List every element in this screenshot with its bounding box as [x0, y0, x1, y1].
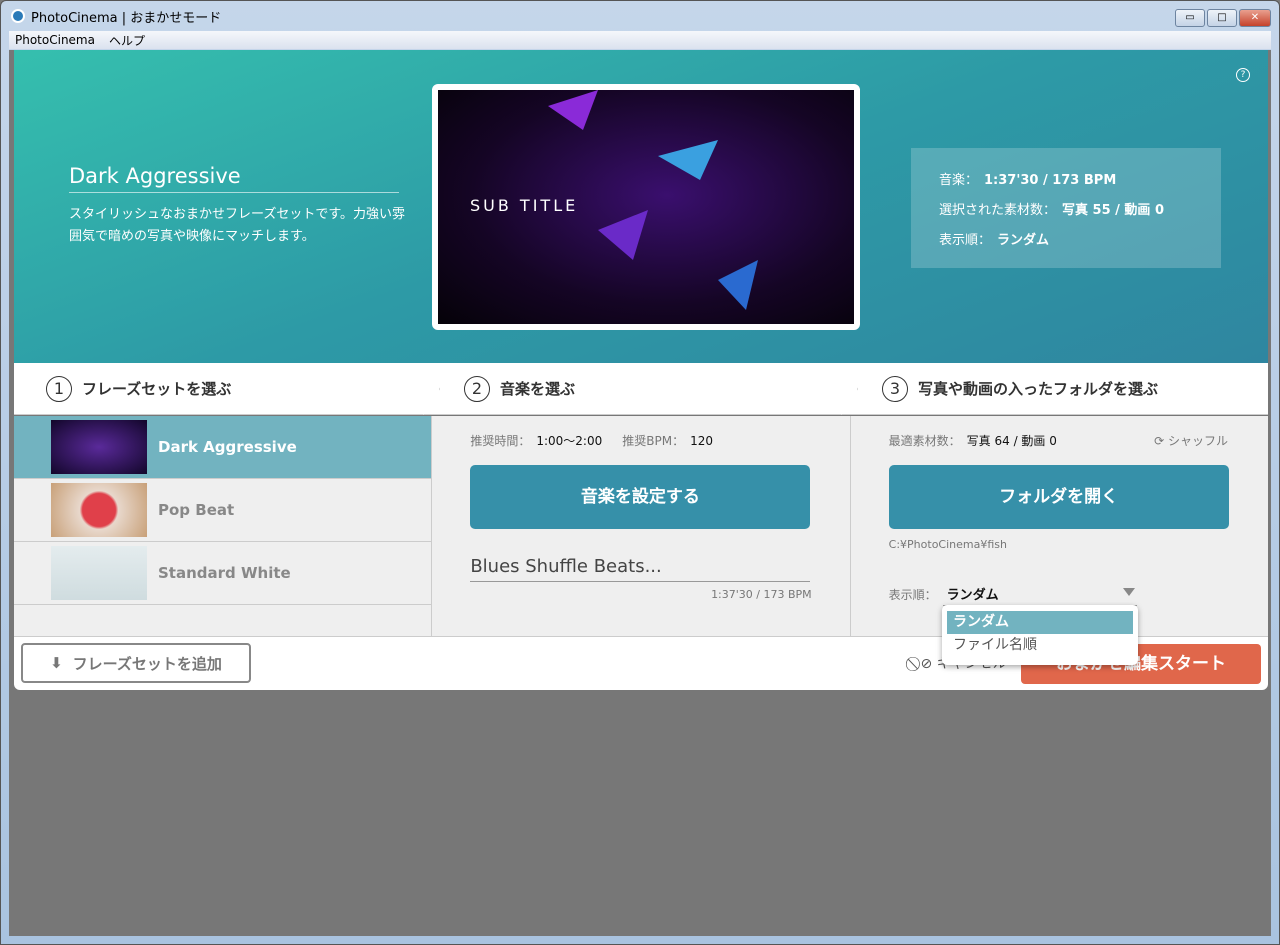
phraseset-thumbnail — [51, 420, 147, 474]
summary-box: 音楽： 1:37'30 / 173 BPM 選択された素材数： 写真 55 / 動画… — [911, 148, 1221, 268]
selected-count-value: 写真 55 / 動画 0 — [1062, 203, 1165, 218]
title-bar: PhotoCinema | おまかせモード — [1, 1, 1279, 31]
rec-time-label: 推奨時間： — [470, 434, 531, 448]
maximize-button[interactable]: □ — [1207, 9, 1237, 27]
order-dropdown: ランダム ファイル名順 — [942, 605, 1138, 665]
download-icon: ⬇ — [50, 654, 63, 672]
step-label: フレーズセットを選ぶ — [82, 380, 232, 398]
order-label: 表示順： — [939, 233, 992, 248]
menu-help[interactable]: ヘルプ — [109, 32, 145, 49]
app-window: PhotoCinema | おまかせモード ▭ □ ✕ PhotoCinema … — [0, 0, 1280, 945]
phraseset-name: Standard White — [158, 564, 291, 582]
app-icon — [11, 9, 25, 23]
menu-photocinema[interactable]: PhotoCinema — [15, 33, 95, 47]
window-title: PhotoCinema | おまかせモード — [31, 10, 222, 26]
step-label: 音楽を選ぶ — [500, 380, 576, 398]
step-1: 1 フレーズセットを選ぶ — [14, 363, 432, 414]
step-number: 1 — [46, 375, 72, 402]
rec-bpm-label: 推奨BPM： — [622, 434, 685, 448]
phraseset-item[interactable]: Pop Beat — [14, 479, 432, 542]
close-button[interactable]: ✕ — [1239, 9, 1271, 27]
minimize-button[interactable]: ▭ — [1175, 9, 1205, 27]
set-music-button[interactable]: 音楽を設定する — [470, 465, 811, 529]
open-folder-button[interactable]: フォルダを開く — [888, 465, 1229, 529]
step-label: 写真や動画の入ったフォルダを選ぶ — [918, 380, 1159, 398]
order-select[interactable]: ランダム — [942, 582, 1137, 606]
phraseset-item[interactable]: Dark Aggressive — [14, 416, 432, 479]
step-number: 3 — [882, 375, 908, 402]
phraseset-thumbnail — [51, 483, 147, 537]
steps-header: 1 フレーズセットを選ぶ 2 音楽を選ぶ 3 写真や動画の入ったフォルダを選ぶ — [14, 363, 1268, 415]
order-option-random[interactable]: ランダム — [947, 611, 1133, 634]
step-number: 2 — [464, 375, 490, 402]
music-value: 1:37'30 / 173 BPM — [984, 173, 1117, 188]
omakase-panel: ? Dark Aggressive スタイリッシュなおまかせフレーズセットです。… — [14, 50, 1268, 690]
preview-video[interactable]: SUB TITLE — [432, 84, 860, 330]
optimal-count-label: 最適素材数： — [888, 434, 961, 448]
phraseset-description: スタイリッシュなおまかせフレーズセットです。力強い雰囲気で暗めの写真や映像にマッ… — [69, 207, 406, 244]
phraseset-list: Dark Aggressive Pop Beat Standard White — [14, 416, 433, 636]
folder-column: 最適素材数： 写真 64 / 動画 0 ⟳ シャッフル フォルダを開く C:¥Ph… — [851, 416, 1268, 636]
selected-count-label: 選択された素材数： — [939, 203, 1057, 218]
folder-path: C:¥PhotoCinema¥fish — [888, 538, 1007, 551]
cancel-icon: ⃠ ⊘ — [916, 656, 933, 672]
client-area: ? Dark Aggressive スタイリッシュなおまかせフレーズセットです。… — [9, 50, 1271, 936]
order-value: ランダム — [997, 233, 1050, 248]
shuffle-label: シャッフル — [1167, 434, 1228, 448]
music-column: 推奨時間： 1:00〜2:00 推奨BPM： 120 音楽を設定する Blues Sh… — [432, 416, 851, 636]
preview-subtitle: SUB TITLE — [470, 196, 579, 215]
step-3: 3 写真や動画の入ったフォルダを選ぶ — [850, 363, 1268, 414]
rec-time-value: 1:00〜2:00 — [536, 434, 603, 448]
song-meta: 1:37'30 / 173 BPM — [711, 588, 812, 601]
rec-bpm-value: 120 — [690, 434, 713, 448]
optimal-count-value: 写真 64 / 動画 0 — [966, 434, 1057, 448]
hero-section: ? Dark Aggressive スタイリッシュなおまかせフレーズセットです。… — [14, 50, 1268, 363]
add-phraseset-label: フレーズセットを追加 — [72, 654, 222, 673]
phraseset-item[interactable]: Standard White — [14, 542, 432, 605]
phraseset-name: Dark Aggressive — [158, 438, 297, 456]
order-select-label: 表示順： — [888, 587, 937, 602]
shuffle-button[interactable]: ⟳ シャッフル — [1154, 432, 1228, 449]
menu-bar: PhotoCinema ヘルプ — [9, 31, 1271, 49]
order-option-filename[interactable]: ファイル名順 — [947, 634, 1133, 657]
phraseset-thumbnail — [51, 546, 147, 600]
song-title: Blues Shuffle Beats... — [470, 556, 811, 582]
phraseset-title: Dark Aggressive — [69, 164, 399, 193]
refresh-icon: ⟳ — [1154, 434, 1168, 448]
help-icon[interactable]: ? — [1236, 68, 1250, 82]
step-2: 2 音楽を選ぶ — [432, 363, 850, 414]
add-phraseset-button[interactable]: ⬇ フレーズセットを追加 — [21, 643, 251, 683]
phraseset-name: Pop Beat — [158, 501, 235, 519]
music-label: 音楽： — [939, 173, 979, 188]
